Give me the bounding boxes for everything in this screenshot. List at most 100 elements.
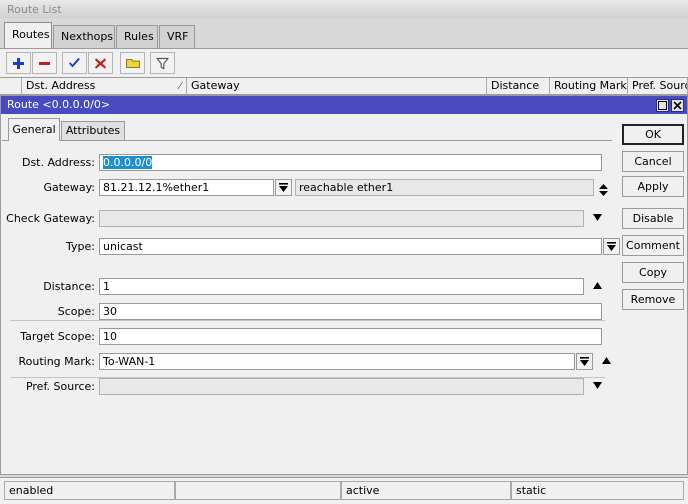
updown-arrows-icon <box>596 184 610 196</box>
input-distance[interactable]: 1 <box>99 278 584 295</box>
label-check-gateway: Check Gateway: <box>2 212 95 225</box>
tab-rules[interactable]: Rules <box>116 25 158 48</box>
input-type[interactable]: unicast <box>99 238 602 255</box>
column-header-dst-address[interactable]: Dst. Address ⁄ <box>22 78 187 95</box>
column-header-blank[interactable] <box>0 78 22 95</box>
square-icon <box>658 101 667 110</box>
column-header-label: Dst. Address <box>26 79 95 92</box>
column-header-label: Pref. Source <box>632 79 688 92</box>
label-gateway: Gateway: <box>2 181 95 194</box>
dialog-body: GeneralAttributes Dst. Address: 0.0.0.0/0… <box>2 114 686 473</box>
column-header-label: Gateway <box>191 79 240 92</box>
collapse-arrow-routing-mark[interactable] <box>599 353 613 369</box>
label-type: Type: <box>2 240 95 253</box>
chevron-down-icon <box>604 242 619 251</box>
close-x-icon <box>673 101 682 110</box>
chevron-down-icon <box>590 214 604 221</box>
cross-icon <box>89 53 112 70</box>
tab-vrf[interactable]: VRF <box>159 25 195 48</box>
label-pref-source: Pref. Source: <box>2 380 95 393</box>
dialog-remove-button[interactable]: Remove <box>622 289 684 310</box>
input-routing-mark[interactable]: To-WAN-1 <box>99 353 575 370</box>
input-gateway[interactable]: 81.21.12.1%ether1 <box>99 179 274 196</box>
dropdown-button-gateway[interactable] <box>275 179 292 196</box>
collapse-arrow-distance[interactable] <box>590 278 604 294</box>
statusbar: enabled activestatic <box>0 477 688 504</box>
column-header-routing-mark[interactable]: Routing Mark <box>550 78 628 95</box>
status-active: active <box>341 481 511 500</box>
funnel-icon <box>151 53 174 70</box>
dialog-titlebar: Route <0.0.0.0/0> <box>1 96 687 114</box>
separator-1 <box>10 320 605 321</box>
dialog-apply-button[interactable]: Apply <box>622 176 684 197</box>
tab-routes[interactable]: Routes <box>4 22 52 48</box>
dialog-ok-button[interactable]: OK <box>622 124 684 145</box>
sort-indicator-icon: ⁄ <box>179 79 181 95</box>
label-target-scope: Target Scope: <box>2 330 95 343</box>
dialog-tab-general[interactable]: General <box>8 118 60 141</box>
column-header-label: Routing Mark <box>554 79 627 92</box>
status-enabled: enabled <box>4 481 175 500</box>
label-scope: Scope: <box>2 305 95 318</box>
column-header-gateway[interactable]: Gateway <box>187 78 487 95</box>
status-blank <box>175 481 341 500</box>
dialog-tab-underline <box>2 140 612 141</box>
label-routing-mark: Routing Mark: <box>2 355 95 368</box>
enable-button[interactable] <box>62 52 87 74</box>
minus-icon <box>33 53 56 70</box>
close-button[interactable] <box>671 99 684 112</box>
dialog-title: Route <0.0.0.0/0> <box>7 98 110 111</box>
chevron-down-icon <box>276 183 291 192</box>
value-scope: 30 <box>103 305 117 318</box>
value-dst-address: 0.0.0.0/0 <box>103 156 152 169</box>
column-header-label: Distance <box>491 79 539 92</box>
route-dialog: Route <0.0.0.0/0> GeneralAttributes Dst.… <box>0 95 688 475</box>
check-icon <box>63 53 86 70</box>
dialog-cancel-button[interactable]: Cancel <box>622 151 684 172</box>
value-target-scope: 10 <box>103 330 117 343</box>
dropdown-button-type[interactable] <box>603 238 620 255</box>
value-distance: 1 <box>103 280 110 293</box>
input-pref-source <box>99 378 584 395</box>
spinner-gateway-status[interactable] <box>596 180 610 196</box>
chevron-up-icon <box>599 357 613 364</box>
expand-arrow-pref-source[interactable] <box>590 378 604 394</box>
column-header-pref-source[interactable]: Pref. Source <box>628 78 688 95</box>
value-gateway: 81.21.12.1%ether1 <box>103 181 209 194</box>
remove-button[interactable] <box>32 52 57 74</box>
plus-icon <box>7 53 30 70</box>
value-routing-mark: To-WAN-1 <box>103 355 155 368</box>
value-type: unicast <box>103 240 143 253</box>
dropdown-button-routing-mark[interactable] <box>576 353 593 370</box>
column-header-row: Dst. Address ⁄ Gateway Distance Routing Mark… <box>0 77 688 95</box>
input-check-gateway <box>99 210 584 227</box>
input-scope[interactable]: 30 <box>99 303 602 320</box>
input-target-scope[interactable]: 10 <box>99 328 602 345</box>
dialog-tab-attributes[interactable]: Attributes <box>61 121 125 141</box>
window-titlebar: Route List <box>0 0 688 18</box>
chevron-down-icon <box>590 382 604 389</box>
label-dst-address: Dst. Address: <box>2 156 95 169</box>
filter-button[interactable] <box>150 52 175 74</box>
dialog-comment-button[interactable]: Comment <box>622 235 684 256</box>
chevron-up-icon <box>590 282 604 289</box>
app-root: Route List RoutesNexthopsRulesVRF Dst. A… <box>0 0 688 504</box>
window-title: Route List <box>7 3 62 16</box>
status-static: static <box>511 481 684 500</box>
dialog-disable-button[interactable]: Disable <box>622 208 684 229</box>
main-tabstrip: RoutesNexthopsRulesVRF <box>0 19 688 48</box>
toolbar <box>0 48 688 77</box>
expand-arrow-check-gateway[interactable] <box>590 210 604 226</box>
add-button[interactable] <box>6 52 31 74</box>
folder-icon <box>121 53 144 69</box>
tab-nexthops[interactable]: Nexthops <box>53 25 115 48</box>
comment-button[interactable] <box>120 52 145 74</box>
maximize-button[interactable] <box>656 99 669 112</box>
input-gateway-status: reachable ether1 <box>295 179 594 196</box>
disable-button[interactable] <box>88 52 113 74</box>
label-distance: Distance: <box>2 280 95 293</box>
dialog-copy-button[interactable]: Copy <box>622 262 684 283</box>
chevron-down-icon <box>577 357 592 366</box>
column-header-distance[interactable]: Distance <box>487 78 550 95</box>
input-dst-address[interactable]: 0.0.0.0/0 <box>99 154 602 171</box>
